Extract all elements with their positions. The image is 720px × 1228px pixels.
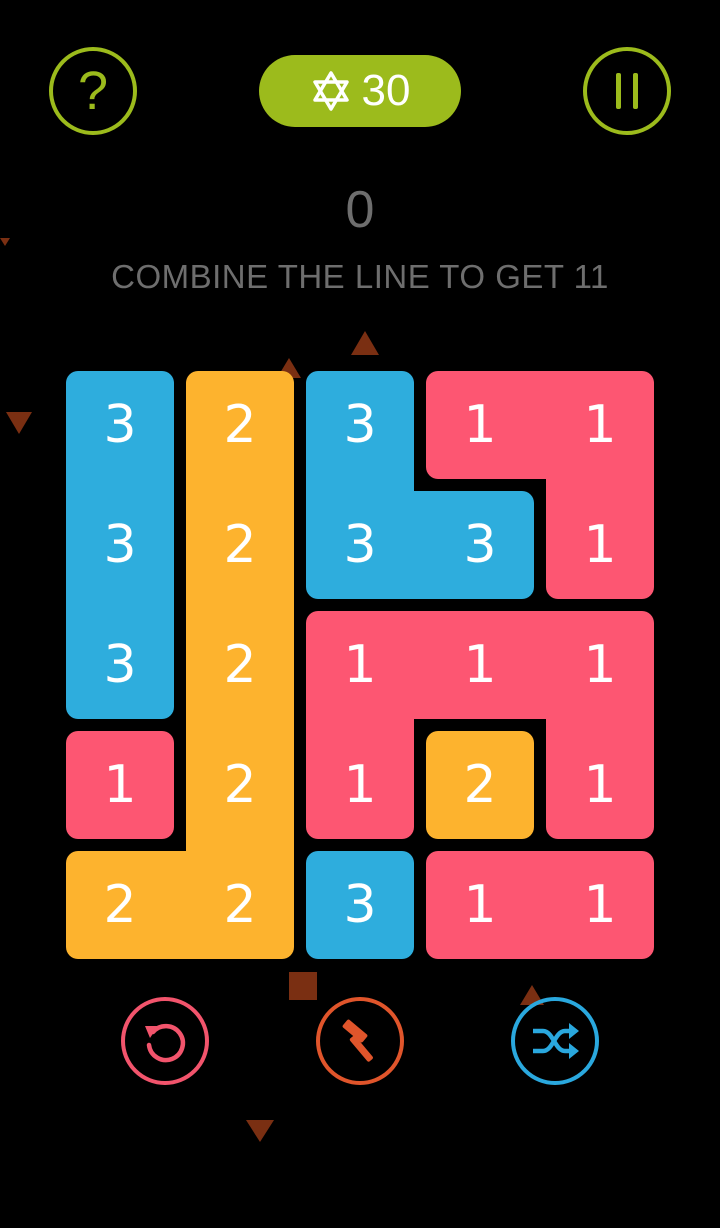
shuffle-icon: [533, 1023, 579, 1059]
board-cell[interactable]: 2: [186, 491, 294, 599]
board-cell[interactable]: 1: [66, 731, 174, 839]
board-cell[interactable]: 2: [426, 731, 534, 839]
cell-connector: [546, 719, 654, 731]
board-cell[interactable]: 1: [306, 731, 414, 839]
board-cell[interactable]: 1: [546, 371, 654, 479]
debris-triangle: [6, 412, 32, 434]
hammer-button[interactable]: [316, 997, 404, 1085]
stars-badge[interactable]: 30: [259, 55, 461, 127]
pause-button[interactable]: [583, 47, 671, 135]
star-count: 30: [361, 66, 411, 115]
board-cell[interactable]: 1: [426, 371, 534, 479]
board-cell[interactable]: 3: [426, 491, 534, 599]
board-cell[interactable]: 2: [186, 371, 294, 479]
debris-square: [289, 972, 317, 1000]
pause-icon: [587, 51, 667, 131]
debris-triangle: [246, 1120, 274, 1142]
cell-connector: [66, 479, 174, 491]
board-cell[interactable]: 2: [186, 851, 294, 959]
board-cell[interactable]: 3: [66, 491, 174, 599]
cell-connector: [534, 851, 546, 959]
shuffle-button[interactable]: [511, 997, 599, 1085]
board-cell[interactable]: 1: [426, 851, 534, 959]
board-cell[interactable]: 2: [66, 851, 174, 959]
board-cell[interactable]: 2: [186, 731, 294, 839]
cell-connector: [534, 611, 546, 719]
board-cell[interactable]: 1: [546, 731, 654, 839]
cell-connector: [414, 491, 426, 599]
cell-connector: [306, 479, 414, 491]
board-cell[interactable]: 3: [66, 371, 174, 479]
undo-button[interactable]: [121, 997, 209, 1085]
undo-icon: [145, 1023, 186, 1063]
board-cell[interactable]: 1: [546, 611, 654, 719]
board-cell[interactable]: 3: [306, 491, 414, 599]
board-cell[interactable]: 1: [546, 491, 654, 599]
help-icon: ?: [77, 61, 109, 121]
cell-connector: [306, 719, 414, 731]
debris-triangle: [0, 238, 10, 246]
help-button[interactable]: ?: [49, 47, 137, 135]
instruction-text: COMBINE THE LINE TO GET 11: [111, 258, 609, 295]
board-cell[interactable]: 1: [426, 611, 534, 719]
cell-connector: [186, 839, 294, 851]
game-board[interactable]: 3231132331321111212122311: [66, 371, 654, 959]
board-cell[interactable]: 1: [546, 851, 654, 959]
cell-connector: [186, 599, 294, 611]
cell-connector: [546, 479, 654, 491]
cell-connector: [66, 599, 174, 611]
board-cell[interactable]: 2: [186, 611, 294, 719]
board-cell[interactable]: 3: [306, 851, 414, 959]
cell-connector: [414, 611, 426, 719]
hammer-icon: [342, 1019, 373, 1062]
score-value: 0: [345, 181, 375, 239]
cell-connector: [186, 479, 294, 491]
star-of-david-icon: [312, 71, 349, 111]
cell-connector: [534, 371, 546, 479]
board-cell[interactable]: 3: [306, 371, 414, 479]
board-cell[interactable]: 3: [66, 611, 174, 719]
cell-connector: [186, 719, 294, 731]
board-cell[interactable]: 1: [306, 611, 414, 719]
cell-connector: [174, 851, 186, 959]
debris-triangle: [351, 331, 379, 355]
